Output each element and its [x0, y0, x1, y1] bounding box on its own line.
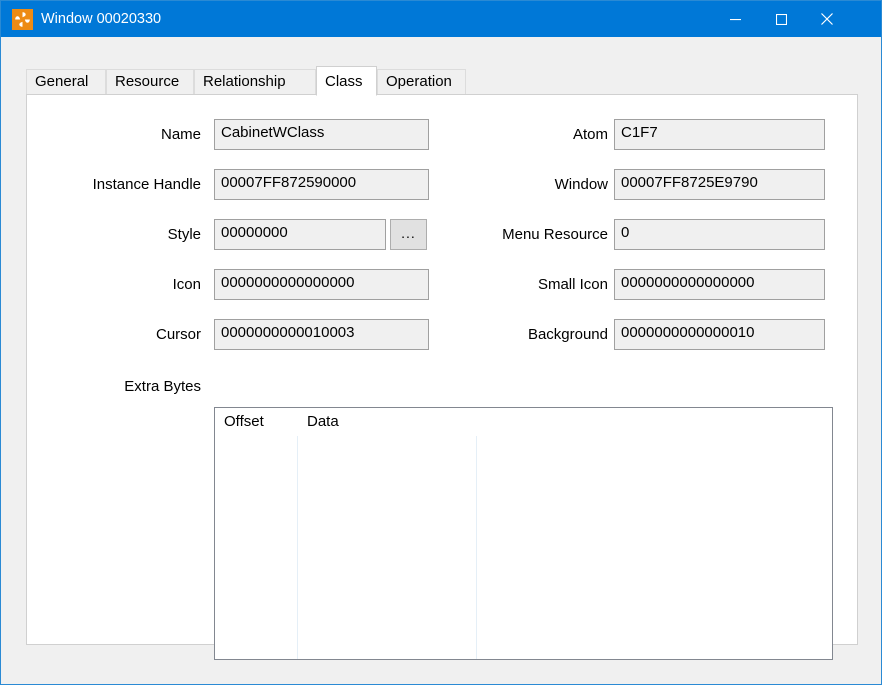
listview-divider-2[interactable]	[476, 408, 477, 659]
window-frame: Window 00020330 General Resource Relatio…	[0, 0, 882, 685]
maximize-button[interactable]	[758, 1, 804, 37]
tab-general[interactable]: General	[26, 69, 106, 95]
field-value-menu-resource[interactable]: 0	[614, 219, 825, 250]
maximize-icon	[775, 13, 787, 25]
field-label-icon: Icon	[172, 276, 201, 293]
column-header-data[interactable]: Data	[298, 408, 476, 436]
close-icon	[821, 13, 833, 25]
column-header-extra[interactable]	[477, 408, 832, 436]
field-label-menu-resource: Menu Resource	[502, 226, 608, 243]
field-value-style[interactable]: 00000000	[214, 219, 386, 250]
listview-divider-1[interactable]	[297, 408, 298, 659]
minimize-icon	[729, 18, 741, 20]
field-label-name: Name	[160, 126, 201, 143]
field-value-cursor[interactable]: 0000000000010003	[214, 319, 429, 350]
field-value-atom[interactable]: C1F7	[614, 119, 825, 150]
column-header-offset[interactable]: Offset	[215, 408, 297, 436]
field-value-name[interactable]: CabinetWClass	[214, 119, 429, 150]
close-button[interactable]	[804, 1, 850, 37]
field-value-icon[interactable]: 0000000000000000	[214, 269, 429, 300]
pinwheel-icon	[12, 9, 33, 30]
field-label-instance-handle: Instance Handle	[92, 176, 201, 193]
field-label-background: Background	[527, 326, 608, 343]
window-title: Window 00020330	[41, 11, 162, 27]
listview-header: Offset Data	[215, 408, 832, 436]
field-value-window[interactable]: 00007FF8725E9790	[614, 169, 825, 200]
client-area: General Resource Relationship Class Oper…	[1, 37, 881, 684]
tab-relationship[interactable]: Relationship	[194, 69, 316, 95]
tab-class[interactable]: Class	[316, 66, 377, 96]
extra-bytes-label: Extra Bytes	[124, 378, 201, 395]
field-value-instance-handle[interactable]: 00007FF872590000	[214, 169, 429, 200]
field-label-style: Style	[167, 226, 201, 243]
field-label-cursor: Cursor	[155, 326, 201, 343]
field-value-small-icon[interactable]: 0000000000000000	[614, 269, 825, 300]
field-label-small-icon: Small Icon	[537, 276, 608, 293]
field-label-window: Window	[554, 176, 608, 193]
tab-resource[interactable]: Resource	[106, 69, 194, 95]
title-bar[interactable]: Window 00020330	[1, 1, 881, 37]
field-value-background[interactable]: 0000000000000010	[614, 319, 825, 350]
field-label-atom: Atom	[572, 126, 608, 143]
extra-bytes-listview[interactable]: Offset Data	[214, 407, 833, 660]
tab-operation[interactable]: Operation	[377, 69, 466, 95]
minimize-button[interactable]	[712, 1, 758, 37]
